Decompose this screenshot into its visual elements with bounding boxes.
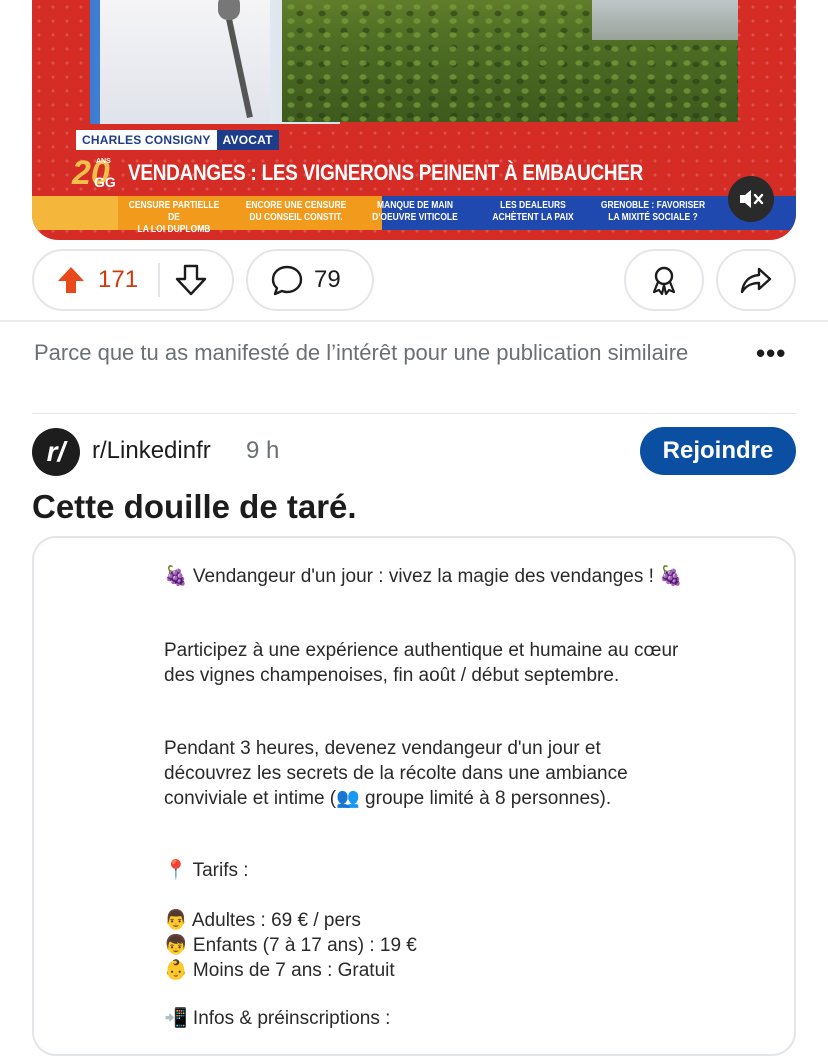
chyron-name: CHARLES CONSIGNY <box>76 130 217 150</box>
ticker-item: MANQUE DE MAIN D'OEUVRE VITICOLE <box>372 200 458 223</box>
image-text-enfants: 👦 Enfants (7 à 17 ans) : 19 € <box>164 935 417 956</box>
post-age: 9 h <box>246 437 280 464</box>
speaker-muted-icon <box>740 190 764 208</box>
comments-button[interactable]: 79 <box>246 249 374 311</box>
image-text-infos: 📲 Infos & préinscriptions : <box>164 1008 391 1029</box>
post-title[interactable]: Cette douille de taré. <box>32 488 357 526</box>
upvote-icon[interactable] <box>56 265 86 295</box>
recommendation-reason: Parce que tu as manifesté de l’intérêt p… <box>34 340 689 365</box>
join-button[interactable]: Rejoindre <box>640 427 796 475</box>
microphone-icon <box>218 0 240 20</box>
downvote-icon[interactable] <box>174 263 208 297</box>
image-text-tarifs: 📍 Tarifs : <box>164 860 249 881</box>
mute-button[interactable] <box>728 176 774 222</box>
subreddit-name[interactable]: r/Linkedinfr <box>92 437 211 465</box>
comment-bubble-icon <box>271 265 303 296</box>
reason-divider <box>32 413 796 414</box>
image-text-experience: Participez à une expérience authentique … <box>164 640 679 686</box>
logo-letters: GG <box>94 174 116 190</box>
news-ticker: CENSURE PARTIELLE DE LA LOI DUPLOMB ENCO… <box>32 196 796 235</box>
upvote-count: 171 <box>98 266 139 293</box>
video-player[interactable]: CHARLES CONSIGNY AVOCAT 20 ANS GG VENDAN… <box>32 0 796 240</box>
share-button[interactable] <box>716 249 796 311</box>
post-image[interactable]: 🍇 Vendangeur d'un jour : vivez la magie … <box>32 536 796 1056</box>
comment-count: 79 <box>314 266 341 293</box>
vote-bar: 171 <box>32 249 234 311</box>
ticker-item: GRENOBLE : FAVORISER LA MIXITÉ SOCIALE ? <box>600 200 706 223</box>
chyron-nameplate: CHARLES CONSIGNY AVOCAT <box>76 130 279 150</box>
vote-divider <box>158 263 161 297</box>
ticker-highlight-left <box>32 196 118 230</box>
award-button[interactable] <box>624 249 704 311</box>
image-text-adultes: 👨 Adultes : 69 € / pers <box>164 910 361 931</box>
ticker-item: ENCORE UNE CENSURE DU CONSEIL CONSTIT. <box>245 200 347 223</box>
chyron-role: AVOCAT <box>216 130 279 150</box>
image-text-details: Pendant 3 heures, devenez vendangeur d'u… <box>164 738 628 809</box>
channel-logo: 20 ANS GG <box>72 152 124 196</box>
share-arrow-icon <box>740 267 772 294</box>
logo-small: ANS <box>96 158 111 165</box>
video-headline: VENDANGES : LES VIGNERONS PEINENT À EMBA… <box>128 160 644 185</box>
feed-divider <box>0 320 828 322</box>
ticker-item: LES DEALEURS ACHÈTENT LA PAIX <box>492 200 574 223</box>
image-text-moins: 👶 Moins de 7 ans : Gratuit <box>164 960 395 981</box>
image-text-intro: 🍇 Vendangeur d'un jour : vivez la magie … <box>164 566 683 587</box>
award-icon <box>652 266 676 296</box>
video-frame-sky <box>592 0 738 40</box>
ticker-item: CENSURE PARTIELLE DE LA LOI DUPLOMB <box>128 200 220 235</box>
subreddit-avatar[interactable]: r/ <box>32 428 80 476</box>
more-options-button[interactable]: ••• <box>756 338 786 369</box>
